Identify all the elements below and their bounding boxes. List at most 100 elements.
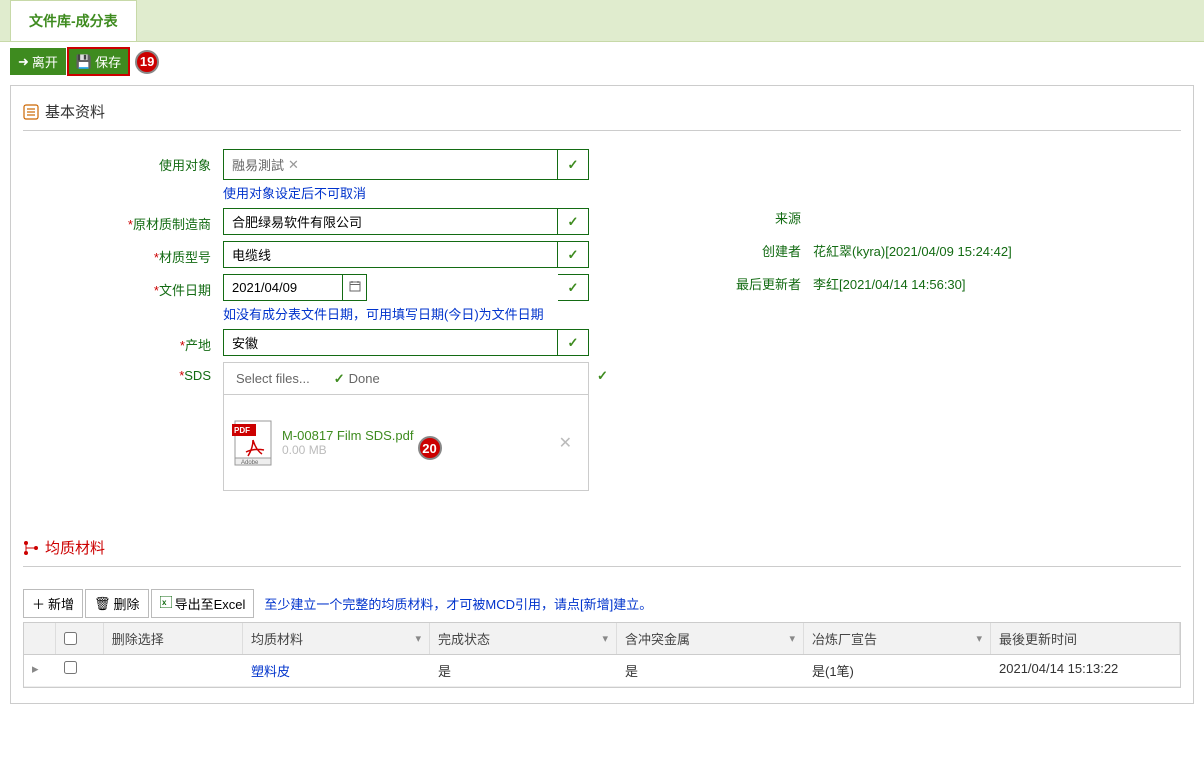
label-sds: *SDS [23, 362, 223, 383]
cell-plant: 是(1笔) [804, 655, 991, 686]
check-icon: ✓ [568, 280, 579, 296]
grid-hint: 至少建立一个完整的均质材料，才可被MCD引用，请点[新增]建立。 [264, 594, 652, 613]
file-size: 0.00 MB [282, 443, 543, 457]
trash-icon: 🗑 [94, 596, 111, 612]
check-icon: ✓ [568, 157, 579, 173]
export-excel-button[interactable]: x 导出至Excel [151, 589, 255, 618]
file-name-link[interactable]: M-00817 Film SDS.pdf 20 [282, 428, 414, 443]
check-icon: ✓ [568, 214, 579, 230]
label-origin: *产地 [23, 329, 223, 354]
excel-icon: x [160, 596, 172, 611]
file-date-hint: 如没有成分表文件日期，可用填写日期(今日)为文件日期 [223, 304, 589, 323]
file-select-bar: Select files... ✓ Done [223, 362, 589, 395]
header-del-sel[interactable]: 删除选择 [104, 623, 243, 654]
target-check-cell: ✓ [558, 149, 589, 180]
creator-value: 花紅翠(kyra)[2021/04/09 15:24:42] [813, 241, 1012, 260]
filter-icon[interactable]: ▾ [415, 632, 421, 645]
delete-button[interactable]: 🗑 删除 [85, 589, 149, 618]
model-input[interactable] [223, 241, 558, 268]
remove-tag-icon[interactable]: ✕ [288, 157, 299, 173]
label-target: 使用对象 [23, 149, 223, 174]
grid-header: 删除选择 均质材料▾ 完成状态▾ 含冲突金属▾ 冶炼厂宣告▾ 最後更新时间 [24, 623, 1180, 655]
svg-text:PDF: PDF [234, 426, 250, 435]
materials-grid: 删除选择 均质材料▾ 完成状态▾ 含冲突金属▾ 冶炼厂宣告▾ 最後更新时间 ▸ … [23, 622, 1181, 688]
filter-icon[interactable]: ▾ [976, 632, 982, 645]
add-button[interactable]: ＋ 新增 [23, 589, 83, 618]
label-updater: 最后更新者 [633, 274, 813, 293]
pdf-icon: PDF Adobe [232, 418, 274, 468]
table-row: ▸ 塑料皮 是 是 是(1笔) 2021/04/14 15:13:22 [24, 655, 1180, 687]
cell-conflict: 是 [617, 655, 804, 686]
step-badge-20: 20 [418, 436, 442, 460]
label-model: *材质型号 [23, 241, 223, 266]
filter-icon[interactable]: ▾ [602, 632, 608, 645]
row-manufacturer: *原材质制造商 ✓ 来源 [23, 208, 1181, 235]
row-file-date: *文件日期 ✓ 如没有成分表文件日期，可用填写日期(今日)为文件日期 [23, 274, 1181, 323]
row-sds: *SDS Select files... ✓ Done [23, 362, 1181, 491]
calendar-button[interactable] [343, 274, 367, 301]
header-update-time[interactable]: 最後更新时间 [991, 623, 1180, 654]
arrow-right-icon: ➜ [18, 54, 29, 70]
tree-icon [23, 540, 39, 556]
manufacturer-input[interactable] [223, 208, 558, 235]
label-manufacturer: *原材质制造商 [23, 208, 223, 233]
row-checkbox[interactable] [64, 661, 77, 674]
origin-input[interactable] [223, 329, 558, 356]
main-panel: 基本资料 使用对象 融易測試 ✕ ✓ 使用对象设定后不可取消 [10, 85, 1194, 704]
check-icon: ✓ [568, 247, 579, 263]
file-date-check-cell: ✓ [558, 274, 589, 301]
check-icon: ✓ [597, 368, 608, 383]
label-file-date: *文件日期 [23, 274, 223, 299]
header-conflict[interactable]: 含冲突金属▾ [617, 623, 804, 654]
file-date-input[interactable] [223, 274, 343, 301]
target-tag-label: 融易測試 [232, 155, 284, 174]
file-info: M-00817 Film SDS.pdf 20 0.00 MB [282, 428, 543, 457]
target-hint: 使用对象设定后不可取消 [223, 183, 589, 202]
header-bar: 文件库-成分表 [0, 0, 1204, 42]
label-source: 来源 [633, 208, 813, 227]
calendar-icon [349, 280, 361, 295]
svg-text:Adobe: Adobe [241, 460, 259, 466]
model-check-cell: ✓ [558, 241, 589, 268]
materials-section-header: 均质材料 [23, 537, 1181, 558]
updater-value: 李红[2021/04/14 14:56:30] [813, 274, 966, 293]
plus-icon: ＋ [32, 594, 45, 613]
leave-button[interactable]: ➜ 离开 [10, 48, 66, 75]
basic-section-title: 基本资料 [45, 101, 105, 122]
row-origin: *产地 ✓ [23, 329, 1181, 356]
cell-update-time: 2021/04/14 15:13:22 [991, 655, 1180, 686]
header-plant[interactable]: 冶炼厂宣告▾ [804, 623, 991, 654]
expand-row-icon[interactable]: ▸ [32, 661, 39, 676]
row-model: *材质型号 ✓ 创建者 花紅翠(kyra)[2021/04/09 15:24:4… [23, 241, 1181, 268]
target-tag: 融易測試 ✕ [232, 155, 299, 174]
filter-icon[interactable]: ▾ [789, 632, 795, 645]
save-button-label: 保存 [95, 52, 121, 71]
materials-section-title: 均质材料 [45, 537, 105, 558]
check-icon: ✓ [568, 335, 579, 351]
file-list: PDF Adobe M-00817 Film SDS.pdf 20 [223, 395, 589, 491]
divider [23, 130, 1181, 131]
select-files-button[interactable]: Select files... [230, 369, 316, 388]
save-icon: 💾 [76, 54, 92, 70]
header-status[interactable]: 完成状态▾ [430, 623, 617, 654]
toolbar: ➜ 离开 💾 保存 19 [0, 42, 1204, 81]
save-button[interactable]: 💾 保存 [68, 48, 129, 75]
select-all-checkbox[interactable] [64, 632, 77, 645]
check-icon: ✓ [334, 371, 345, 387]
label-creator: 创建者 [633, 241, 813, 260]
upload-done-status: ✓ Done [334, 371, 380, 387]
manufacturer-check-cell: ✓ [558, 208, 589, 235]
leave-button-label: 离开 [32, 52, 58, 71]
grid-toolbar: ＋ 新增 🗑 删除 x 导出至Excel 至少建立一个完整的均质材料，才可被MC… [23, 585, 1181, 622]
target-input[interactable]: 融易測試 ✕ [223, 149, 558, 180]
step-badge-19: 19 [135, 50, 159, 74]
divider [23, 566, 1181, 567]
row-target: 使用对象 融易測試 ✕ ✓ 使用对象设定后不可取消 [23, 149, 1181, 202]
header-material[interactable]: 均质材料▾ [243, 623, 430, 654]
remove-file-icon[interactable]: ✕ [551, 433, 580, 453]
origin-check-cell: ✓ [558, 329, 589, 356]
material-link[interactable]: 塑料皮 [251, 664, 290, 679]
cell-status: 是 [430, 655, 617, 686]
basic-section-header: 基本资料 [23, 101, 1181, 122]
tab-file-library[interactable]: 文件库-成分表 [10, 0, 137, 41]
